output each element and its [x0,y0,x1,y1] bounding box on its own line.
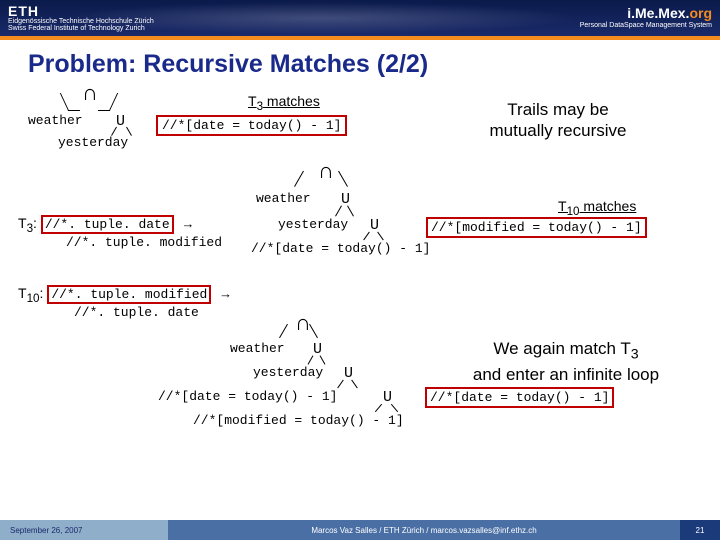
footer-date: September 26, 2007 [0,520,168,540]
cap-symbol-3: ∩ [295,310,311,335]
t3-match-box: //*[date = today() - 1] [156,115,347,136]
eth-subtitle-2: Swiss Federal Institute of Technology Zu… [8,25,154,32]
union-symbol: U [116,113,125,130]
content-area: ∩ weather U yesterday T3 matches //*[dat… [28,85,692,485]
imemex-text: i.Me.Mex. [627,5,689,21]
imemex-subtitle: Personal DataSpace Management System [580,22,712,29]
footer-page: 21 [680,520,720,540]
t3-rule: T3: //*. tuple. date → //*. tuple. modif… [18,215,222,250]
t3-match-expr: //*[date = today() - 1] [162,118,341,133]
t10-match-expr: //*[modified = today() - 1] [431,220,642,235]
tree2-date-expr: //*[date = today() - 1] [251,241,430,256]
tree2-yesterday: yesterday [278,217,348,232]
t3-matches-label: T3 matches [248,93,320,113]
t10-matches-label: T10 matches [558,198,636,218]
tree1-yesterday: yesterday [58,135,128,150]
tree3-date2-box: //*[date = today() - 1] [425,387,614,408]
t10-rule: T10: //*. tuple. modified → //*. tuple. … [18,285,232,320]
page-title: Problem: Recursive Matches (2/2) [28,50,692,79]
tree3-date-expr: //*[date = today() - 1] [158,389,337,404]
footer: September 26, 2007 Marcos Vaz Salles / E… [0,520,720,540]
tree3-yesterday: yesterday [253,365,323,380]
tree2-weather: weather [256,191,311,206]
annotation-infinite-loop: We again match T3 and enter an infinite … [436,338,696,385]
header-bar: ETH Eidgenössische Technische Hochschule… [0,0,720,36]
t10-match-box: //*[modified = today() - 1] [426,217,647,238]
imemex-logo: i.Me.Mex.org Personal DataSpace Manageme… [580,6,712,29]
tree3-mod-expr: //*[modified = today() - 1] [193,413,404,428]
tree3-weather: weather [230,341,285,356]
eth-logo-text: ETH [8,4,154,18]
cap-symbol: ∩ [82,80,98,105]
tree1-weather: weather [28,113,83,128]
eth-subtitle-1: Eidgenössische Technische Hochschule Zür… [8,18,154,25]
slide-body: Problem: Recursive Matches (2/2) ∩ weath… [0,40,720,500]
annotation-recursive: Trails may bemutually recursive [433,99,683,142]
tree3-date2-expr: //*[date = today() - 1] [430,390,609,405]
footer-center: Marcos Vaz Salles / ETH Zürich / marcos.… [168,520,680,540]
cap-symbol-2: ∩ [318,158,334,183]
imemex-org: org [689,5,712,21]
eth-logo: ETH Eidgenössische Technische Hochschule… [8,4,154,32]
